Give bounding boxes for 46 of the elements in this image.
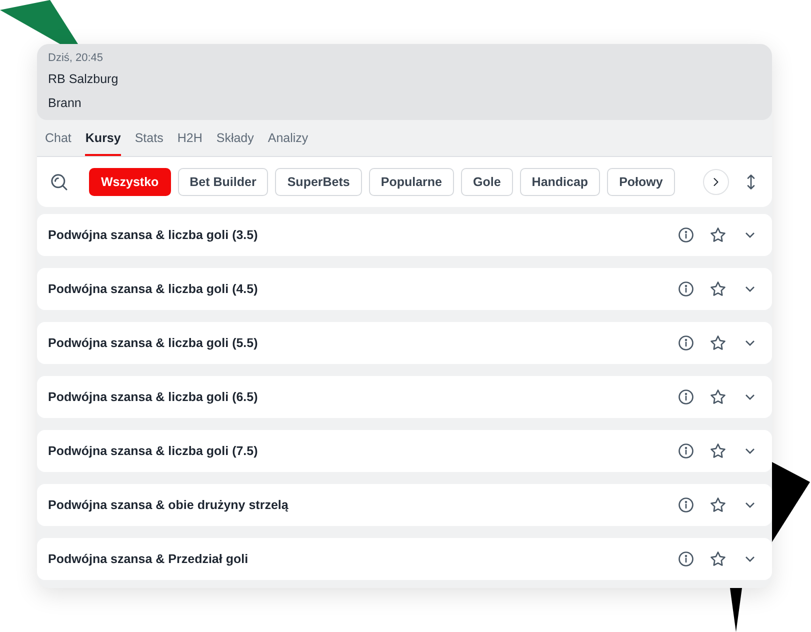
info-icon[interactable] xyxy=(676,496,696,514)
tab[interactable]: Składy xyxy=(216,120,254,156)
team-name: RB Salzburg xyxy=(48,71,120,88)
market-row[interactable]: Podwójna szansa & liczba goli (5.5) xyxy=(37,322,772,364)
star-icon[interactable] xyxy=(708,226,728,244)
star-icon[interactable] xyxy=(708,442,728,460)
info-icon[interactable] xyxy=(676,226,696,244)
tab[interactable]: H2H xyxy=(177,120,202,156)
filter-chip[interactable]: Popularne xyxy=(368,168,454,196)
tab[interactable]: Chat xyxy=(45,120,72,156)
filter-chip[interactable]: Handicap xyxy=(520,168,600,196)
info-icon[interactable] xyxy=(676,334,696,352)
market-row[interactable]: Podwójna szansa & liczba goli (7.5) xyxy=(37,430,772,472)
filter-chip[interactable]: Bet Builder xyxy=(178,168,268,196)
star-icon[interactable] xyxy=(708,334,728,352)
tab[interactable]: Analizy xyxy=(268,120,308,156)
match-time: Dziś, 20:45 xyxy=(48,52,104,64)
market-row[interactable]: Podwójna szansa & obie drużyny strzelą xyxy=(37,484,772,526)
spike-decoration xyxy=(730,588,742,632)
star-icon[interactable] xyxy=(708,550,728,568)
info-icon[interactable] xyxy=(676,442,696,460)
tab[interactable]: Stats xyxy=(134,120,164,156)
next-button[interactable] xyxy=(703,169,729,195)
market-row[interactable]: Podwójna szansa & liczba goli (3.5) xyxy=(37,214,772,256)
star-icon[interactable] xyxy=(708,280,728,298)
filter-chip[interactable]: Gole xyxy=(461,168,513,196)
market-name: Podwójna szansa & liczba goli (7.5) xyxy=(48,444,259,458)
market-name: Podwójna szansa & liczba goli (3.5) xyxy=(48,228,259,242)
market-name: Podwójna szansa & liczba goli (4.5) xyxy=(48,282,259,296)
star-icon[interactable] xyxy=(708,388,728,406)
market-name: Podwójna szansa & liczba goli (6.5) xyxy=(48,390,259,404)
market-name: Podwójna szansa & Przedział goli xyxy=(48,552,250,566)
market-name: Podwójna szansa & obie drużyny strzelą xyxy=(48,498,290,512)
market-row[interactable]: Podwójna szansa & liczba goli (4.5) xyxy=(37,268,772,310)
filter-chip[interactable]: Wszystko xyxy=(89,168,171,196)
market-row[interactable]: Podwójna szansa & liczba goli (6.5) xyxy=(37,376,772,418)
team-name: Brann xyxy=(48,95,82,112)
info-icon[interactable] xyxy=(676,280,696,298)
market-name: Podwójna szansa & liczba goli (5.5) xyxy=(48,336,259,350)
search-icon[interactable] xyxy=(49,172,69,192)
filter-chip[interactable]: SuperBets xyxy=(275,168,362,196)
market-row[interactable]: Podwójna szansa & Przedział goli xyxy=(37,538,772,580)
info-icon[interactable] xyxy=(676,388,696,406)
info-icon[interactable] xyxy=(676,550,696,568)
filter-chip[interactable]: Połowy xyxy=(607,168,675,196)
star-icon[interactable] xyxy=(708,496,728,514)
